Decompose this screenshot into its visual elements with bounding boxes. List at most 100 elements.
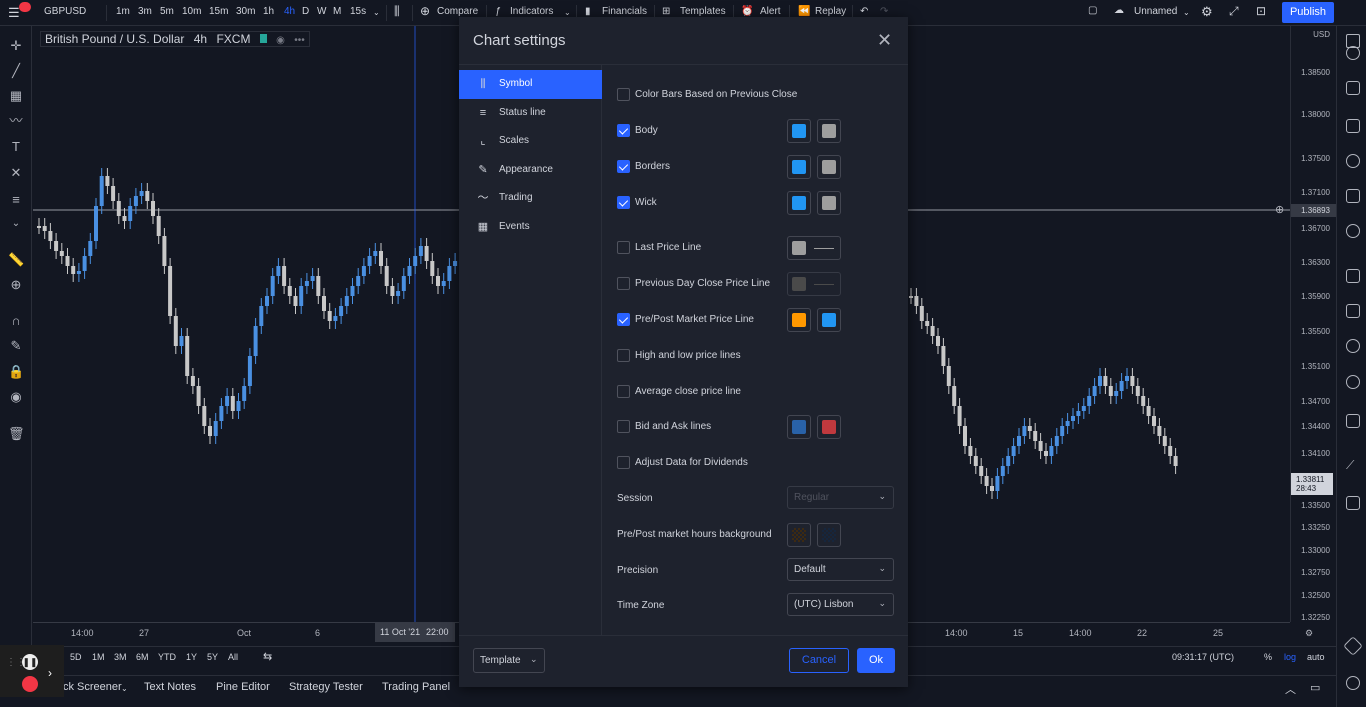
pattern-icon[interactable]: 〰 — [8, 113, 24, 129]
hotlist-icon[interactable] — [1346, 154, 1360, 168]
ok-button[interactable]: Ok — [857, 648, 895, 673]
trend-icon[interactable]: ⟋ — [1346, 458, 1360, 472]
tab-pine-editor[interactable]: Pine Editor — [216, 681, 270, 693]
notifications-icon[interactable] — [1346, 339, 1360, 353]
pre-post-line-checkbox[interactable] — [617, 313, 630, 326]
post-market-bg-swatch[interactable] — [817, 523, 841, 547]
redo-icon[interactable]: ↷ — [880, 6, 888, 17]
pause-icon[interactable]: ❚❚ — [22, 654, 38, 670]
financials-button[interactable]: Financials — [602, 6, 647, 17]
fib-grid-icon[interactable]: ▦ — [8, 88, 24, 104]
compare-button[interactable]: Compare — [437, 6, 478, 17]
wick-up-color-swatch[interactable] — [787, 191, 811, 215]
nav-appearance[interactable]: ✎ Appearance — [459, 156, 602, 185]
interval-5m[interactable]: 5m — [160, 6, 174, 17]
nav-status-line[interactable]: ≡ Status line — [459, 99, 602, 128]
utc-clock[interactable]: 09:31:17 (UTC) — [1172, 652, 1234, 662]
range-5d[interactable]: 5D — [70, 652, 82, 662]
expand-icon[interactable]: ⤢ — [1229, 4, 1239, 19]
layout-name[interactable]: Unnamed — [1134, 6, 1177, 17]
gear-icon[interactable]: ⚙ — [1201, 4, 1213, 20]
templates-button[interactable]: Templates — [680, 6, 726, 17]
body-down-color-swatch[interactable] — [817, 119, 841, 143]
range-5y[interactable]: 5Y — [207, 652, 218, 662]
interval-3m[interactable]: 3m — [138, 6, 152, 17]
goto-date-icon[interactable]: ⇆ — [263, 650, 272, 663]
interval-m[interactable]: M — [333, 6, 341, 17]
percent-toggle[interactable]: % — [1264, 652, 1272, 662]
pre-market-bg-swatch[interactable] — [787, 523, 811, 547]
post-market-color-swatch[interactable] — [817, 308, 841, 332]
tab-stock-screener[interactable]: ck Screener — [63, 681, 122, 693]
more-icon[interactable]: ••• — [294, 35, 305, 46]
news-icon[interactable] — [1346, 119, 1360, 133]
symbol-search[interactable]: GBPUSD — [44, 6, 86, 17]
chevron-down-icon[interactable]: ⌄ — [121, 684, 128, 693]
menu-icon[interactable]: ☰ — [8, 5, 20, 21]
maximize-panel-icon[interactable]: ▭ — [1310, 681, 1320, 694]
forecast-icon[interactable]: ≡ — [8, 192, 24, 208]
zoom-in-icon[interactable]: ⊕ — [8, 277, 24, 293]
stay-in-drawing-icon[interactable]: ✎ — [8, 338, 24, 354]
price-scale[interactable]: USD 1.38500 1.38000 1.37500 1.37100 1.36… — [1290, 26, 1336, 622]
eye-icon[interactable]: ◉ — [276, 35, 285, 46]
stop-icon[interactable] — [22, 676, 38, 692]
nav-events[interactable]: ▦ Events — [459, 213, 602, 242]
tab-trading-panel[interactable]: Trading Panel — [382, 681, 450, 693]
high-low-checkbox[interactable] — [617, 349, 630, 362]
ruler-icon[interactable]: 📏 — [8, 252, 24, 268]
replay-button[interactable]: Replay — [815, 6, 846, 17]
eye-icon[interactable]: ◉ — [8, 389, 24, 405]
bid-color-swatch[interactable] — [787, 415, 811, 439]
last-price-line-style-swatch[interactable] — [787, 236, 841, 260]
alert-button[interactable]: Alert — [760, 6, 781, 17]
last-price-line-checkbox[interactable] — [617, 241, 630, 254]
nav-symbol[interactable]: ⫼ Symbol — [459, 70, 602, 99]
data-window-icon[interactable] — [1346, 81, 1360, 95]
prev-day-close-style-swatch[interactable] — [787, 272, 841, 296]
streams-icon[interactable] — [1346, 269, 1360, 283]
close-icon[interactable]: ✕ — [877, 31, 892, 49]
pre-market-color-swatch[interactable] — [787, 308, 811, 332]
fullscreen-square-icon[interactable]: ▢ — [1088, 5, 1097, 16]
add-alert-crosshair-icon[interactable]: ⊕ — [1275, 203, 1284, 216]
range-ytd[interactable]: YTD — [158, 652, 176, 662]
camera-icon[interactable]: ⊡ — [1256, 4, 1266, 18]
gear-icon[interactable]: ⚙ — [1305, 628, 1313, 639]
timezone-select[interactable]: (UTC) Lisbon ⌄ — [787, 593, 894, 616]
object-tree-icon[interactable] — [1346, 496, 1360, 510]
session-select[interactable]: Regular ⌄ — [787, 486, 894, 509]
wick-down-color-swatch[interactable] — [817, 191, 841, 215]
range-1m[interactable]: 1M — [92, 652, 105, 662]
wick-checkbox[interactable] — [617, 196, 630, 209]
interval-4h[interactable]: 4h — [284, 6, 295, 17]
help-icon[interactable] — [1346, 676, 1360, 690]
borders-up-color-swatch[interactable] — [787, 155, 811, 179]
interval-15s[interactable]: 15s — [350, 6, 366, 17]
template-dropdown[interactable]: Template ⌄ — [473, 648, 545, 673]
tab-text-notes[interactable]: Text Notes — [144, 681, 196, 693]
range-3m[interactable]: 3M — [114, 652, 127, 662]
trash-icon[interactable]: 🗑 — [8, 426, 25, 442]
tab-strategy-tester[interactable]: Strategy Tester — [289, 681, 363, 693]
indicators-button[interactable]: Indicators — [510, 6, 553, 17]
range-6m[interactable]: 6M — [136, 652, 149, 662]
interval-15m[interactable]: 15m — [209, 6, 228, 17]
avg-close-checkbox[interactable] — [617, 385, 630, 398]
nav-scales[interactable]: ⌞ Scales — [459, 127, 602, 156]
borders-checkbox[interactable] — [617, 160, 630, 173]
bid-ask-checkbox[interactable] — [617, 420, 630, 433]
interval-1h[interactable]: 1h — [263, 6, 274, 17]
alerts-clock-icon[interactable] — [1346, 46, 1360, 60]
symbol-legend[interactable]: British Pound / U.S. Dollar 4h FXCM ◉ ••… — [40, 31, 310, 47]
bell-icon[interactable] — [1346, 414, 1360, 428]
collapse-panel-icon[interactable]: ︿ — [1285, 681, 1296, 697]
range-1y[interactable]: 1Y — [186, 652, 197, 662]
precision-select[interactable]: Default ⌄ — [787, 558, 894, 581]
magnet-icon[interactable]: ∩ — [8, 313, 24, 329]
interval-w[interactable]: W — [317, 6, 326, 17]
chevron-down-icon[interactable]: ⌄ — [8, 216, 24, 232]
log-toggle[interactable]: log — [1284, 652, 1296, 662]
ideas-icon[interactable] — [1346, 224, 1360, 238]
chats-icon[interactable] — [1346, 304, 1360, 318]
